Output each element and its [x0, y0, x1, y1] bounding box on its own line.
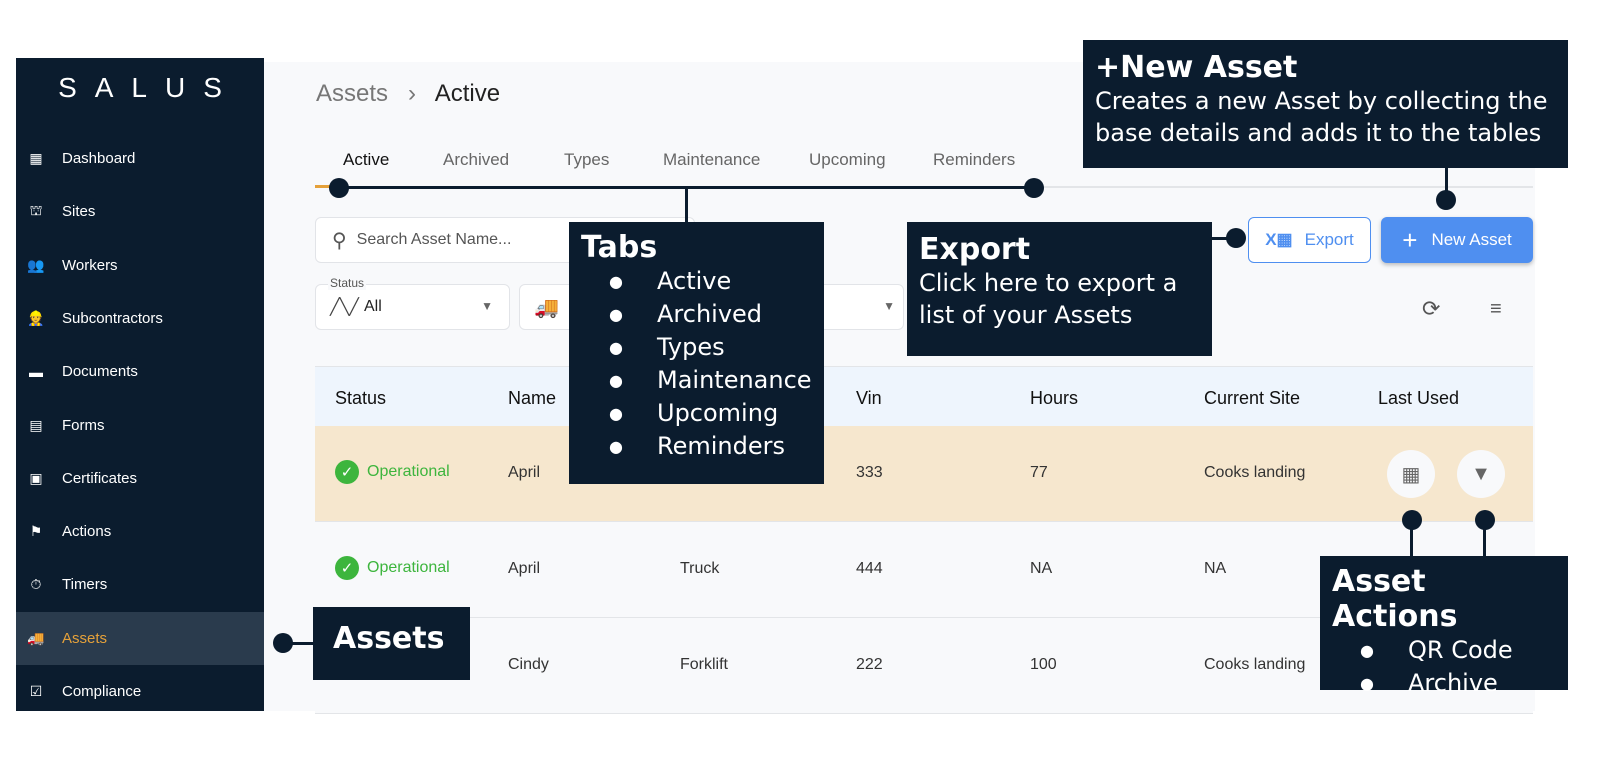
cell-site: Cooks landing: [1204, 464, 1306, 481]
sidebar-item-compliance[interactable]: ☑ Compliance: [16, 665, 264, 718]
cell-name: April: [508, 560, 541, 577]
column-header[interactable]: Vin: [856, 388, 882, 409]
tab-upcoming[interactable]: Upcoming: [809, 150, 886, 170]
annotation-list-item: Archived: [581, 298, 812, 331]
export-button[interactable]: X▦ Export: [1248, 217, 1371, 263]
sidebar-item-timers[interactable]: ⏱ Timers: [16, 558, 264, 611]
status-filter-label: Status: [328, 276, 367, 290]
excel-icon: X▦: [1265, 230, 1293, 249]
table-header: [315, 366, 1533, 426]
new-asset-button[interactable]: + New Asset: [1381, 217, 1533, 263]
truck-icon: 🚚: [27, 629, 45, 646]
cell-vin: 333: [856, 464, 883, 481]
folder-icon: ▬: [29, 363, 43, 380]
cell-name: April: [508, 464, 541, 481]
subcontractor-icon: 👷: [27, 309, 45, 326]
chevron-down-icon: ▼: [883, 299, 895, 313]
annotation-list-item: Types: [581, 331, 812, 364]
breadcrumb: Assets › Active: [316, 80, 500, 108]
sidebar-item-subcontractors[interactable]: 👷 Subcontractors: [16, 292, 264, 345]
check-circle-icon: ✓: [335, 460, 359, 484]
breadcrumb-root[interactable]: Assets: [316, 80, 388, 107]
cell-type: Truck: [680, 560, 720, 577]
asset-actions-annotation: Asset Actions QR CodeArchive: [1320, 556, 1568, 697]
status-filter[interactable]: Status ╱╲╱ All ▼: [315, 276, 510, 330]
plus-icon: +: [1402, 224, 1418, 255]
cell-site: NA: [1204, 560, 1227, 577]
refresh-icon[interactable]: ⟳: [1422, 296, 1440, 322]
qr-code-icon: ▦: [1401, 463, 1421, 486]
connector-dot: [1226, 228, 1246, 248]
truck-icon: 🚚: [534, 297, 559, 319]
column-header[interactable]: Last Used: [1378, 388, 1459, 409]
cell-hours: 77: [1030, 464, 1048, 481]
compliance-icon: ☑: [29, 683, 43, 699]
column-header[interactable]: Current Site: [1204, 388, 1300, 409]
cell-name: Cindy: [508, 656, 549, 673]
sidebar: SALUS ▦ Dashboard ⛫ Sites 👥 Workers 👷 Subcontra…: [16, 58, 264, 711]
tab-maintenance[interactable]: Maintenance: [663, 150, 760, 170]
connector-dot: [1436, 190, 1456, 210]
cell-vin: 222: [856, 656, 883, 673]
column-header[interactable]: Hours: [1030, 388, 1078, 409]
tab-reminders[interactable]: Reminders: [933, 150, 1015, 170]
dashboard-icon: ▦: [29, 150, 43, 166]
tab-archived[interactable]: Archived: [443, 150, 509, 170]
breadcrumb-separator: ›: [408, 80, 417, 107]
annotation-list-item: Upcoming: [581, 397, 812, 430]
sidebar-item-dashboard[interactable]: ▦ Dashboard: [16, 132, 264, 185]
status-filter-value: All: [364, 298, 382, 315]
sites-icon: ⛫: [29, 202, 43, 219]
tabs-annotation: Tabs ActiveArchivedTypesMaintenanceUpcom…: [569, 222, 824, 484]
annotation-list-item: Reminders: [581, 430, 812, 463]
sidebar-item-workers[interactable]: 👥 Workers: [16, 239, 264, 292]
archive-icon: ▼: [1471, 462, 1491, 485]
sidebar-item-certificates[interactable]: ▣ Certificates: [16, 452, 264, 505]
column-header[interactable]: Name: [508, 388, 556, 409]
cell-type: Forklift: [680, 656, 728, 673]
workers-icon: 👥: [27, 256, 45, 273]
connector-dot: [273, 633, 293, 653]
sidebar-item-sites[interactable]: ⛫ Sites: [16, 185, 264, 238]
assets-annotation: Assets: [313, 607, 470, 680]
status-badge: ✓ Operational: [335, 460, 450, 484]
connector-dot: [1024, 178, 1044, 198]
tabs-connector: [685, 187, 688, 223]
export-annotation: Export Click here to export a list of yo…: [907, 222, 1212, 356]
breadcrumb-current: Active: [434, 80, 501, 107]
new-asset-annotation: +New Asset Creates a new Asset by collec…: [1083, 40, 1568, 168]
status-badge: ✓ Operational: [335, 556, 450, 580]
archive-connector: [1483, 520, 1486, 557]
cell-hours: NA: [1030, 560, 1053, 577]
forms-icon: ▤: [29, 416, 43, 433]
cell-vin: 444: [856, 560, 883, 577]
qr-connector: [1410, 520, 1413, 557]
connector-dot: [329, 178, 349, 198]
sidebar-item-actions[interactable]: ⚑ Actions: [16, 505, 264, 558]
menu-icon[interactable]: ≡: [1490, 298, 1502, 321]
tab-types[interactable]: Types: [564, 150, 609, 170]
annotation-list-item: Maintenance: [581, 364, 812, 397]
search-icon: ⚲: [332, 229, 347, 252]
table-row[interactable]: [315, 426, 1533, 522]
qr-code-button[interactable]: ▦: [1387, 450, 1435, 498]
sidebar-item-forms[interactable]: ▤ Forms: [16, 399, 264, 452]
tab-active[interactable]: Active: [343, 150, 389, 170]
chevron-down-icon: ▼: [481, 299, 493, 313]
logo: SALUS: [58, 72, 240, 103]
trend-icon: ╱╲╱: [330, 299, 359, 316]
timer-icon: ⏱: [30, 576, 42, 593]
annotation-list-item: Archive: [1332, 667, 1556, 700]
cell-hours: 100: [1030, 656, 1057, 673]
archive-button[interactable]: ▼: [1457, 450, 1505, 498]
flag-icon: ⚑: [29, 523, 43, 540]
certificate-icon: ▣: [29, 469, 43, 486]
check-circle-icon: ✓: [335, 556, 359, 580]
annotation-list-item: QR Code: [1332, 634, 1556, 667]
annotation-list-item: Active: [581, 265, 812, 298]
sidebar-item-documents[interactable]: ▬ Documents: [16, 345, 264, 398]
column-header[interactable]: Status: [335, 388, 386, 409]
sidebar-item-assets[interactable]: 🚚 Assets: [16, 611, 264, 665]
cell-site: Cooks landing: [1204, 656, 1306, 673]
